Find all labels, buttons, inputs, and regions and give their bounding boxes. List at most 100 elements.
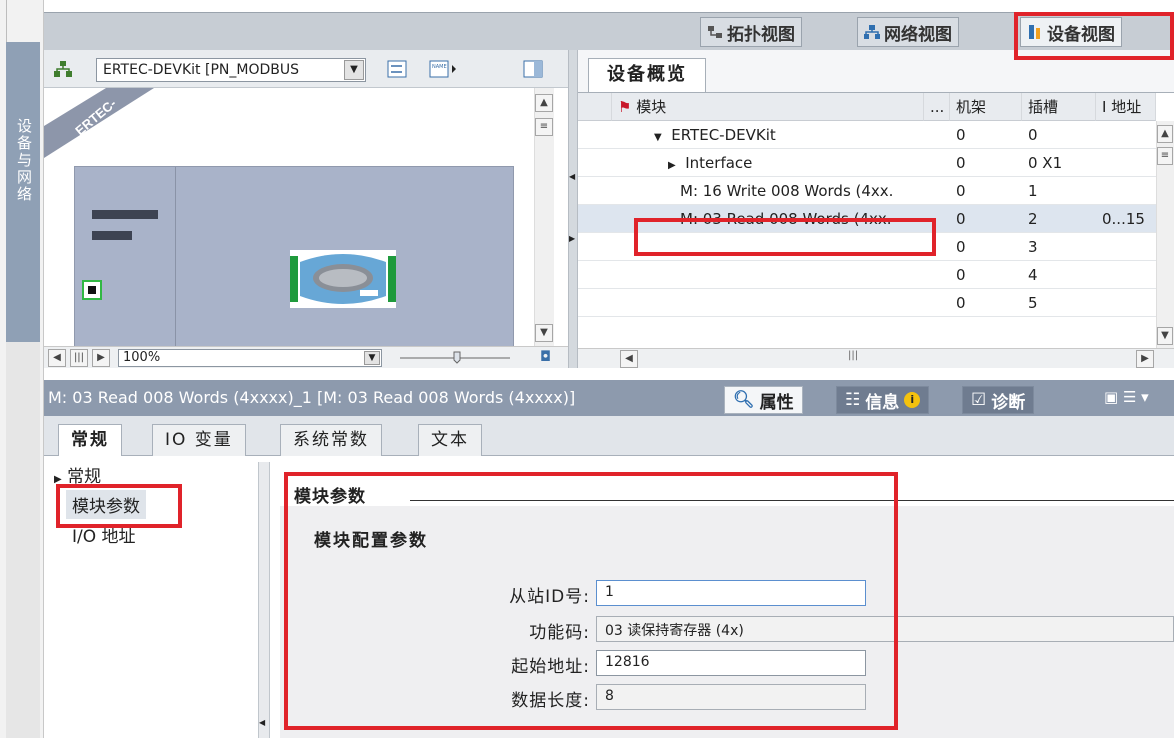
topology-view-button[interactable]: 拓扑视图 <box>700 17 802 47</box>
tab-io-tags[interactable]: IO 变量 <box>152 424 246 456</box>
scroll-grip-icon[interactable]: ≡ <box>535 118 553 136</box>
expand-right-icon[interactable]: ▶ <box>569 234 575 243</box>
column-header-rack[interactable]: 机架 <box>950 93 1022 121</box>
info-list-icon: ☷ <box>845 390 861 410</box>
collapse-left-icon[interactable]: ◀ <box>569 172 575 181</box>
tab-info[interactable]: ☷ 信息 i <box>836 386 930 414</box>
tab-general[interactable]: 常规 <box>58 424 122 457</box>
collapse-left-icon[interactable]: ◀ <box>259 718 265 727</box>
module-cell: ▶ Interface <box>662 149 924 177</box>
scroll-right-icon[interactable]: ▶ <box>92 349 110 367</box>
zoom-select[interactable]: 100% ▼ <box>118 349 382 367</box>
scroll-left-icon[interactable]: ◀ <box>48 349 66 367</box>
diagnostics-icon: ☑ <box>971 390 987 410</box>
ethernet-port-icon[interactable] <box>82 280 102 300</box>
topology-view-label: 拓扑视图 <box>727 24 795 45</box>
panel-toggle-icon[interactable] <box>522 60 544 80</box>
slave-id-input[interactable]: 1 <box>596 580 866 606</box>
table-row[interactable]: M: 16 Write 008 Words (4xx. 0 1 <box>578 177 1174 205</box>
module-slot-indicator <box>92 231 132 240</box>
scroll-grip-icon[interactable]: ||| <box>70 349 88 367</box>
network-icon <box>864 25 880 39</box>
scroll-down-icon[interactable]: ▼ <box>1157 327 1173 345</box>
subsection-title: 模块配置参数 <box>314 531 428 551</box>
device-corner-flag: ERTEC- <box>44 88 154 158</box>
nav-item-io-addresses[interactable]: I/O 地址 <box>72 522 136 547</box>
device-select[interactable]: ERTEC-DEVKit [PN_MODBUS ▼ <box>96 58 366 82</box>
data-length-field: 8 <box>596 684 866 710</box>
device-view-label: 设备视图 <box>1047 24 1115 45</box>
nav-item-general[interactable]: ▶ 常规 <box>54 462 101 487</box>
rack-cell: 0 <box>956 266 966 284</box>
table-row[interactable]: 0 4 <box>578 261 1174 289</box>
table-row[interactable]: ▼ ERTEC-DEVKit 0 0 <box>578 121 1174 149</box>
tab-texts[interactable]: 文本 <box>418 424 482 456</box>
view-splitter[interactable]: ◀ ▶ <box>568 50 578 368</box>
overview-horizontal-scrollbar[interactable]: ◀ ||| ▶ <box>578 348 1174 368</box>
column-header-module[interactable]: ⚑ 模块 <box>612 93 924 121</box>
tab-label: 诊断 <box>991 392 1026 413</box>
column-header-dots[interactable]: ... <box>924 93 950 121</box>
column-header-i-address[interactable]: I 地址 <box>1096 93 1156 121</box>
device-view-button[interactable]: 设备视图 <box>1020 17 1122 47</box>
scroll-grip-icon[interactable]: ||| <box>848 350 858 361</box>
zoom-fit-icon[interactable]: ◘ <box>540 349 551 365</box>
rack-cell: 0 <box>956 238 966 256</box>
tab-properties[interactable]: 🔍︎ 属性 <box>724 386 803 414</box>
scroll-grip-icon[interactable]: ≡ <box>1157 147 1173 165</box>
scroll-up-icon[interactable]: ▲ <box>1157 125 1173 143</box>
column-header-slot[interactable]: 插槽 <box>1022 93 1096 121</box>
window-controls-icon[interactable]: ▣ ☰ ▾ <box>1104 388 1149 406</box>
overview-vertical-scrollbar[interactable]: ▲ ≡ ▼ <box>1156 121 1174 349</box>
navigation-splitter[interactable]: ◀ <box>258 462 270 738</box>
slot-cell: 0 X1 <box>1028 154 1063 172</box>
collapsed-tree-icon[interactable]: ▶ <box>668 160 676 171</box>
section-body: 模块配置参数 从站ID号: 1 功能码: 03 读保持寄存器 (4x) 起始地址… <box>280 506 1174 738</box>
scroll-down-icon[interactable]: ▼ <box>535 324 553 342</box>
module-slot-indicator <box>92 210 158 219</box>
modbus-gateway-device-image[interactable] <box>290 250 396 308</box>
table-row[interactable]: ▶ Interface 0 0 X1 <box>578 149 1174 177</box>
tab-label: 属性 <box>759 392 794 413</box>
canvas-vertical-scrollbar[interactable]: ▲ ≡ ▼ <box>534 88 554 346</box>
function-code-field: 03 读保持寄存器 (4x) <box>596 616 1174 642</box>
name-display-icon[interactable]: NAME <box>428 60 458 80</box>
scroll-left-icon[interactable]: ◀ <box>620 350 638 368</box>
devices-networks-vertical-tab[interactable]: 设备与网络 <box>6 42 40 342</box>
inspector-subtabs: 常规 IO 变量 系统常数 文本 <box>44 416 1174 457</box>
inspector-navigation: ▶ 常规 模块参数 I/O 地址 <box>44 456 266 738</box>
function-code-label: 功能码: <box>529 623 590 643</box>
table-row[interactable]: 0 3 <box>578 233 1174 261</box>
rack-divider <box>175 167 176 346</box>
module-tree-icon: ⚑ <box>618 98 632 116</box>
scroll-up-icon[interactable]: ▲ <box>535 94 553 112</box>
module-cell: ▼ ERTEC-DEVKit <box>648 121 924 149</box>
left-sidebar: 设备与网络 <box>0 0 44 738</box>
start-address-input[interactable]: 12816 <box>596 650 866 676</box>
table-row[interactable]: 0 5 <box>578 289 1174 317</box>
nav-item-module-parameters[interactable]: 模块参数 <box>66 490 146 519</box>
scroll-right-icon[interactable]: ▶ <box>1136 350 1154 368</box>
device-select-value: ERTEC-DEVKit [PN_MODBUS <box>103 62 299 78</box>
device-canvas[interactable]: ERTEC- <box>44 88 568 346</box>
column-label: 模块 <box>636 98 667 116</box>
device-overview-table: ⚑ 模块 ... 机架 插槽 I 地址 ▼ ERTEC-DEVKit 0 0 ▶… <box>578 92 1174 349</box>
slot-cell: 5 <box>1028 294 1038 312</box>
device-icon <box>1029 25 1040 39</box>
network-view-button[interactable]: 网络视图 <box>857 17 959 47</box>
device-network-icon[interactable] <box>52 60 74 80</box>
chevron-down-icon[interactable]: ▼ <box>344 60 364 80</box>
zoom-slider[interactable] <box>396 350 516 366</box>
tab-diagnostics[interactable]: ☑ 诊断 <box>962 386 1035 414</box>
tab-system-constants[interactable]: 系统常数 <box>280 424 382 456</box>
device-overview-tab[interactable]: 设备概览 <box>588 58 706 92</box>
vertical-tab-label: 设备与网络 <box>15 118 33 203</box>
table-row-selected[interactable]: M: 03 Read 008 Words (4xx. 0 2 0...15 <box>578 205 1174 233</box>
expand-tree-icon[interactable]: ▼ <box>654 132 662 143</box>
slot-cell: 0 <box>1028 126 1038 144</box>
topology-icon <box>708 26 722 38</box>
i-address-cell: 0...15 <box>1102 210 1145 228</box>
swap-icon[interactable] <box>386 60 408 80</box>
chevron-down-icon[interactable]: ▼ <box>364 351 380 365</box>
device-view-toolbar: ERTEC-DEVKit [PN_MODBUS ▼ NAME <box>44 50 568 88</box>
